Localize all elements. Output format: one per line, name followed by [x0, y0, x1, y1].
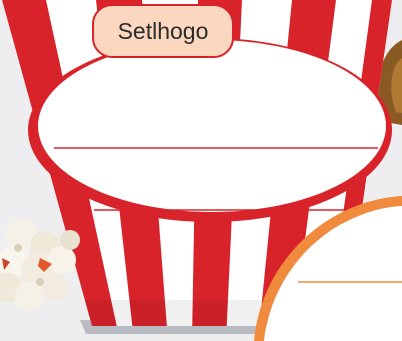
title-tab: Setlhogo	[92, 4, 234, 58]
popcorn-pile	[0, 219, 80, 311]
main-bubble	[38, 40, 386, 212]
title-text: Setlhogo	[117, 17, 209, 44]
